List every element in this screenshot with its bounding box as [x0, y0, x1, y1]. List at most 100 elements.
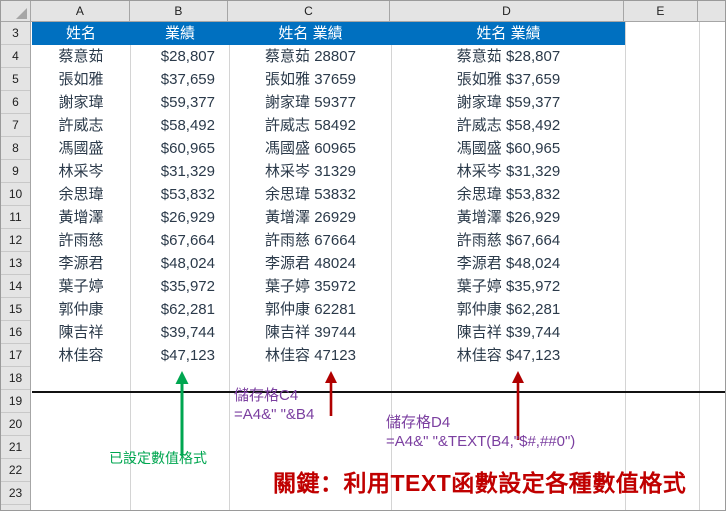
cell-amount[interactable]: $28,807 [131, 45, 229, 68]
cell-name[interactable]: 余思瑋 [32, 183, 130, 206]
headers-cell-b[interactable]: 業績 [131, 22, 229, 45]
column-header-a[interactable]: A [31, 1, 130, 21]
row-header-14[interactable]: 14 [1, 275, 30, 298]
table-row: 葉子婷 $35,972 葉子婷 35972 葉子婷 $35,972 [32, 275, 725, 298]
cell-concat-plain[interactable]: 許雨慈 67664 [230, 229, 391, 252]
row-header-15[interactable]: 15 [1, 298, 30, 321]
cell-concat-plain[interactable]: 林佳容 47123 [230, 344, 391, 367]
cell-name[interactable]: 葉子婷 [32, 275, 130, 298]
cell-amount[interactable]: $26,929 [131, 206, 229, 229]
cell-concat-text[interactable]: 馮國盛 $60,965 [392, 137, 625, 160]
cell-amount[interactable]: $31,329 [131, 160, 229, 183]
cell-name[interactable]: 郭仲康 [32, 298, 130, 321]
cell-concat-text[interactable]: 張如雅 $37,659 [392, 68, 625, 91]
cell-amount[interactable]: $47,123 [131, 344, 229, 367]
row-header-11[interactable]: 11 [1, 206, 30, 229]
cell-concat-text[interactable]: 許威志 $58,492 [392, 114, 625, 137]
cell-name[interactable]: 馮國盛 [32, 137, 130, 160]
row-header-3[interactable]: 3 [1, 22, 30, 45]
cell-concat-plain[interactable]: 黃增澤 26929 [230, 206, 391, 229]
cell-name[interactable]: 謝家瑋 [32, 91, 130, 114]
cell-concat-plain[interactable]: 李源君 48024 [230, 252, 391, 275]
cell-d4-annotation: 儲存格D4 =A4&" "&TEXT(B4,"$#,##0") [386, 413, 575, 451]
row-header-19[interactable]: 19 [1, 390, 30, 413]
row-header-13[interactable]: 13 [1, 252, 30, 275]
cell-name[interactable]: 黃增澤 [32, 206, 130, 229]
cell-concat-text[interactable]: 許雨慈 $67,664 [392, 229, 625, 252]
cell-amount[interactable]: $37,659 [131, 68, 229, 91]
row-header-7[interactable]: 7 [1, 114, 30, 137]
table-row: 林佳容 $47,123 林佳容 47123 林佳容 $47,123 [32, 344, 725, 367]
row-header-17[interactable]: 17 [1, 344, 30, 367]
green-arrow [175, 371, 189, 456]
cell-concat-plain[interactable]: 陳吉祥 39744 [230, 321, 391, 344]
cell-concat-text[interactable]: 黃增澤 $26,929 [392, 206, 625, 229]
cell-concat-plain[interactable]: 許威志 58492 [230, 114, 391, 137]
table-row: 陳吉祥 $39,744 陳吉祥 39744 陳吉祥 $39,744 [32, 321, 725, 344]
cell-concat-text[interactable]: 蔡意茹 $28,807 [392, 45, 625, 68]
row-header-12[interactable]: 12 [1, 229, 30, 252]
cell-name[interactable]: 張如雅 [32, 68, 130, 91]
cell-name[interactable]: 許威志 [32, 114, 130, 137]
row-header-22[interactable]: 22 [1, 459, 30, 482]
cell-concat-plain[interactable]: 葉子婷 35972 [230, 275, 391, 298]
row-header-4[interactable]: 4 [1, 45, 30, 68]
cell-concat-plain[interactable]: 謝家瑋 59377 [230, 91, 391, 114]
row-header-20[interactable]: 20 [1, 413, 30, 436]
row-header-5[interactable]: 5 [1, 68, 30, 91]
row-header-8[interactable]: 8 [1, 137, 30, 160]
row-header-18[interactable]: 18 [1, 367, 30, 390]
cell-name[interactable]: 許雨慈 [32, 229, 130, 252]
table-row: 馮國盛 $60,965 馮國盛 60965 馮國盛 $60,965 [32, 137, 725, 160]
table-row: 李源君 $48,024 李源君 48024 李源君 $48,024 [32, 252, 725, 275]
cell-concat-plain[interactable]: 馮國盛 60965 [230, 137, 391, 160]
cell-amount[interactable]: $62,281 [131, 298, 229, 321]
headers-cell-d[interactable]: 姓名 業績 [392, 22, 625, 45]
row-header-24[interactable]: 24 [1, 505, 30, 510]
cell-concat-text[interactable]: 葉子婷 $35,972 [392, 275, 625, 298]
table-row: 林采岑 $31,329 林采岑 31329 林采岑 $31,329 [32, 160, 725, 183]
cell-concat-text[interactable]: 陳吉祥 $39,744 [392, 321, 625, 344]
cell-concat-text[interactable]: 李源君 $48,024 [392, 252, 625, 275]
table-row: 黃增澤 $26,929 黃增澤 26929 黃增澤 $26,929 [32, 206, 725, 229]
cell-amount[interactable]: $58,492 [131, 114, 229, 137]
cell-amount[interactable]: $60,965 [131, 137, 229, 160]
select-all-triangle-icon [16, 8, 27, 19]
cell-name[interactable]: 蔡意茹 [32, 45, 130, 68]
cell-name[interactable]: 陳吉祥 [32, 321, 130, 344]
cell-concat-plain[interactable]: 余思瑋 53832 [230, 183, 391, 206]
select-all-corner[interactable] [1, 1, 31, 21]
cell-amount[interactable]: $48,024 [131, 252, 229, 275]
cell-amount[interactable]: $53,832 [131, 183, 229, 206]
row-header-16[interactable]: 16 [1, 321, 30, 344]
cell-concat-plain[interactable]: 郭仲康 62281 [230, 298, 391, 321]
row-header-6[interactable]: 6 [1, 91, 30, 114]
cell-concat-plain[interactable]: 林采岑 31329 [230, 160, 391, 183]
row-header-10[interactable]: 10 [1, 183, 30, 206]
row-header-21[interactable]: 21 [1, 436, 30, 459]
column-header-b[interactable]: B [130, 1, 228, 21]
cell-amount[interactable]: $59,377 [131, 91, 229, 114]
cell-concat-text[interactable]: 余思瑋 $53,832 [392, 183, 625, 206]
column-header-e[interactable]: E [624, 1, 698, 21]
cell-concat-text[interactable]: 郭仲康 $62,281 [392, 298, 625, 321]
cell-amount[interactable]: $39,744 [131, 321, 229, 344]
cell-concat-text[interactable]: 謝家瑋 $59,377 [392, 91, 625, 114]
column-header-c[interactable]: C [228, 1, 390, 21]
headers-cell-a[interactable]: 姓名 [32, 22, 130, 45]
column-header-d[interactable]: D [390, 1, 624, 21]
cell-amount[interactable]: $35,972 [131, 275, 229, 298]
cell-concat-text[interactable]: 林佳容 $47,123 [392, 344, 625, 367]
cell-name[interactable]: 林采岑 [32, 160, 130, 183]
cell-concat-plain[interactable]: 張如雅 37659 [230, 68, 391, 91]
cell-name[interactable]: 林佳容 [32, 344, 130, 367]
cell-name[interactable]: 李源君 [32, 252, 130, 275]
row-header-23[interactable]: 23 [1, 482, 30, 505]
headers-cell-c[interactable]: 姓名 業績 [230, 22, 391, 45]
cell-c4-annotation: 儲存格C4 =A4&" "&B4 [234, 386, 314, 424]
row-header-9[interactable]: 9 [1, 160, 30, 183]
cell-amount[interactable]: $67,664 [131, 229, 229, 252]
cell-concat-plain[interactable]: 蔡意茹 28807 [230, 45, 391, 68]
green-note-label: 已設定數值格式 [109, 450, 207, 466]
cell-concat-text[interactable]: 林采岑 $31,329 [392, 160, 625, 183]
